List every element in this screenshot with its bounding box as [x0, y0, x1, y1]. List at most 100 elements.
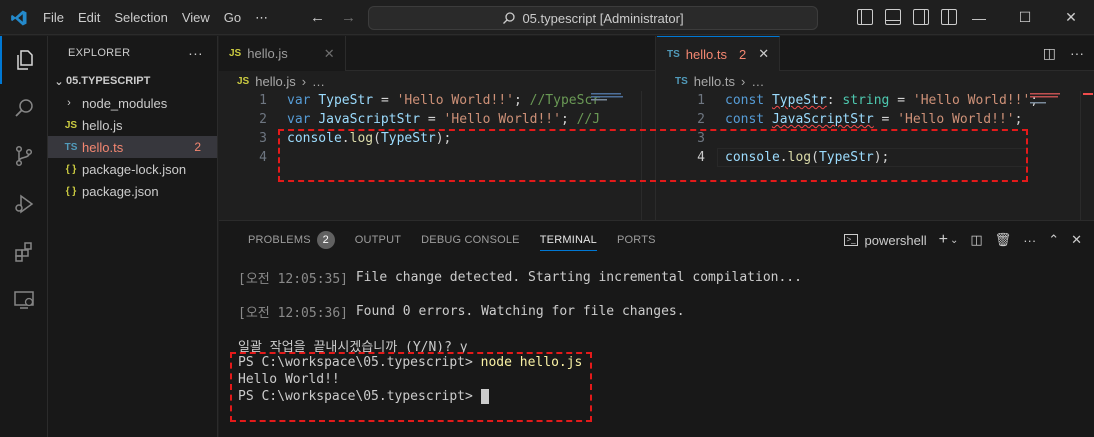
- menu-view[interactable]: View: [175, 10, 217, 25]
- toggle-panel-icon[interactable]: [885, 9, 901, 25]
- window-controls: — ☐ ✕: [956, 0, 1094, 35]
- extensions-activity[interactable]: [0, 228, 48, 276]
- menu-go[interactable]: Go: [217, 10, 248, 25]
- tree-item-hello-ts[interactable]: TS hello.ts 2: [48, 136, 217, 158]
- tree-item-package-json[interactable]: { } package.json: [48, 180, 217, 202]
- terminal-text: Found 0 errors. Watching for file change…: [348, 304, 685, 319]
- split-editor-icon[interactable]: ◫: [1043, 45, 1056, 62]
- js-file-icon: JS: [229, 48, 242, 59]
- breadcrumb-separator-icon: ›: [301, 73, 307, 89]
- tab-ports[interactable]: PORTS: [607, 221, 666, 259]
- tree-item-label: package-lock.json: [82, 161, 187, 177]
- code-text: var TypeStr = 'Hello World!!'; //TypeScr: [287, 93, 601, 108]
- more-actions-icon[interactable]: ···: [1023, 233, 1036, 248]
- breadcrumb-file[interactable]: hello.js: [255, 74, 295, 89]
- breadcrumb-file[interactable]: hello.ts: [694, 74, 735, 89]
- minimap[interactable]: [1028, 91, 1080, 220]
- tree-item-hello-js[interactable]: JS hello.js: [48, 114, 217, 136]
- menu-selection[interactable]: Selection: [107, 10, 174, 25]
- tab-problems[interactable]: PROBLEMS 2: [238, 221, 345, 259]
- editor-group-left: JS hello.js ✕ JS hello.js › … 1 var TypeS…: [219, 36, 656, 220]
- maximize-icon[interactable]: ☐: [1002, 0, 1048, 35]
- close-tab-icon[interactable]: ✕: [758, 46, 769, 62]
- tab-debug-console[interactable]: DEBUG CONSOLE: [411, 221, 530, 259]
- explorer-activity[interactable]: [0, 36, 48, 84]
- toggle-secondary-sidebar-icon[interactable]: [913, 9, 929, 25]
- menu-more[interactable]: ⋯: [248, 10, 275, 26]
- line-number: 2: [259, 112, 267, 127]
- explorer-sidebar: EXPLORER ··· ⌄ 05.TYPESCRIPT › node_modu…: [48, 36, 218, 437]
- tab-hello-ts[interactable]: TS hello.ts 2 ✕: [657, 36, 781, 71]
- tree-item-node-modules[interactable]: › node_modules: [48, 92, 217, 114]
- problem-count-badge: 2: [194, 140, 201, 154]
- folder-root[interactable]: ⌄ 05.TYPESCRIPT: [48, 70, 217, 92]
- split-terminal-icon[interactable]: ◫: [970, 232, 982, 248]
- trash-icon[interactable]: 🗑: [995, 232, 1012, 248]
- tab-label: hello.js: [247, 46, 288, 61]
- chevron-right-icon: ›: [67, 97, 71, 109]
- tab-label: PROBLEMS: [248, 234, 311, 246]
- breadcrumb-more[interactable]: …: [751, 74, 764, 89]
- js-file-icon: JS: [64, 119, 78, 131]
- tab-output[interactable]: OUTPUT: [345, 221, 411, 259]
- remote-explorer-activity[interactable]: [0, 276, 48, 324]
- back-arrow-icon[interactable]: ←: [310, 9, 325, 26]
- tab-hello-js[interactable]: JS hello.js ✕: [219, 36, 346, 71]
- menu-file[interactable]: File: [36, 10, 71, 25]
- minimap-lines: [591, 93, 623, 101]
- chevron-down-icon[interactable]: ⌄: [950, 235, 958, 246]
- toggle-primary-sidebar-icon[interactable]: [857, 9, 873, 25]
- chevron-down-icon: ⌄: [54, 75, 64, 88]
- search-label: 05.typescript [Administrator]: [522, 10, 684, 26]
- close-window-icon[interactable]: ✕: [1048, 0, 1094, 35]
- timestamp: [오전 12:05:35]: [238, 272, 349, 287]
- breadcrumb-more[interactable]: …: [312, 74, 325, 89]
- line-number: 4: [259, 150, 267, 165]
- run-debug-activity[interactable]: [0, 180, 48, 228]
- forward-arrow-icon[interactable]: →: [341, 9, 356, 26]
- shell-name[interactable]: powershell: [864, 233, 926, 248]
- json-file-icon: { }: [65, 163, 77, 175]
- scrollbar[interactable]: [1080, 91, 1094, 220]
- editor-actions: ◫ ···: [1043, 45, 1084, 62]
- nav-arrows: ← →: [310, 9, 356, 26]
- tree-item-label: hello.ts: [82, 139, 124, 155]
- error-marker: [1083, 93, 1093, 95]
- tree-item-label: node_modules: [82, 95, 168, 111]
- editor-tabs-left: JS hello.js ✕: [219, 36, 655, 71]
- tree-item-package-lock[interactable]: { } package-lock.json: [48, 158, 217, 180]
- line-number: 1: [259, 93, 267, 108]
- new-terminal-icon[interactable]: +: [939, 231, 948, 249]
- customize-layout-icon[interactable]: [941, 9, 957, 25]
- line-number: 3: [259, 131, 267, 146]
- more-actions-icon[interactable]: ···: [1070, 45, 1084, 62]
- annotation-box-code: [278, 129, 1028, 182]
- search-icon: [503, 12, 516, 24]
- source-control-activity[interactable]: [0, 132, 48, 180]
- tab-label: PORTS: [616, 234, 656, 246]
- search-icon: [15, 99, 33, 117]
- tab-terminal[interactable]: TERMINAL: [530, 221, 607, 259]
- editor-group-right: TS hello.ts 2 ✕ ◫ ··· TS hello.ts › … 1 c…: [657, 36, 1094, 220]
- close-tab-icon[interactable]: ✕: [324, 46, 335, 62]
- line-number: 1: [697, 93, 705, 108]
- source-control-icon: [15, 145, 33, 167]
- close-panel-icon[interactable]: ✕: [1071, 232, 1082, 248]
- panel-actions: >_ powershell + ⌄ ◫ 🗑 ··· ⌃ ✕: [844, 231, 1082, 249]
- menu-edit[interactable]: Edit: [71, 10, 107, 25]
- search-activity[interactable]: [0, 84, 48, 132]
- extensions-icon: [15, 242, 32, 262]
- terminal-line: [오전 12:05:36] Found 0 errors. Watching f…: [238, 303, 802, 321]
- annotation-box-terminal: [230, 352, 592, 422]
- activity-bar: [0, 36, 48, 437]
- more-actions-icon[interactable]: ···: [188, 45, 203, 61]
- ts-file-icon: TS: [675, 75, 688, 87]
- files-icon: [17, 50, 33, 70]
- command-center-search[interactable]: 05.typescript [Administrator]: [368, 6, 818, 30]
- explorer-title: EXPLORER: [68, 47, 131, 59]
- tab-label: hello.ts: [685, 46, 727, 62]
- maximize-panel-icon[interactable]: ⌃: [1048, 232, 1059, 248]
- menu-bar: File Edit Selection View Go ⋯: [36, 0, 275, 35]
- minimize-icon[interactable]: —: [956, 0, 1002, 35]
- layout-controls: [857, 9, 957, 25]
